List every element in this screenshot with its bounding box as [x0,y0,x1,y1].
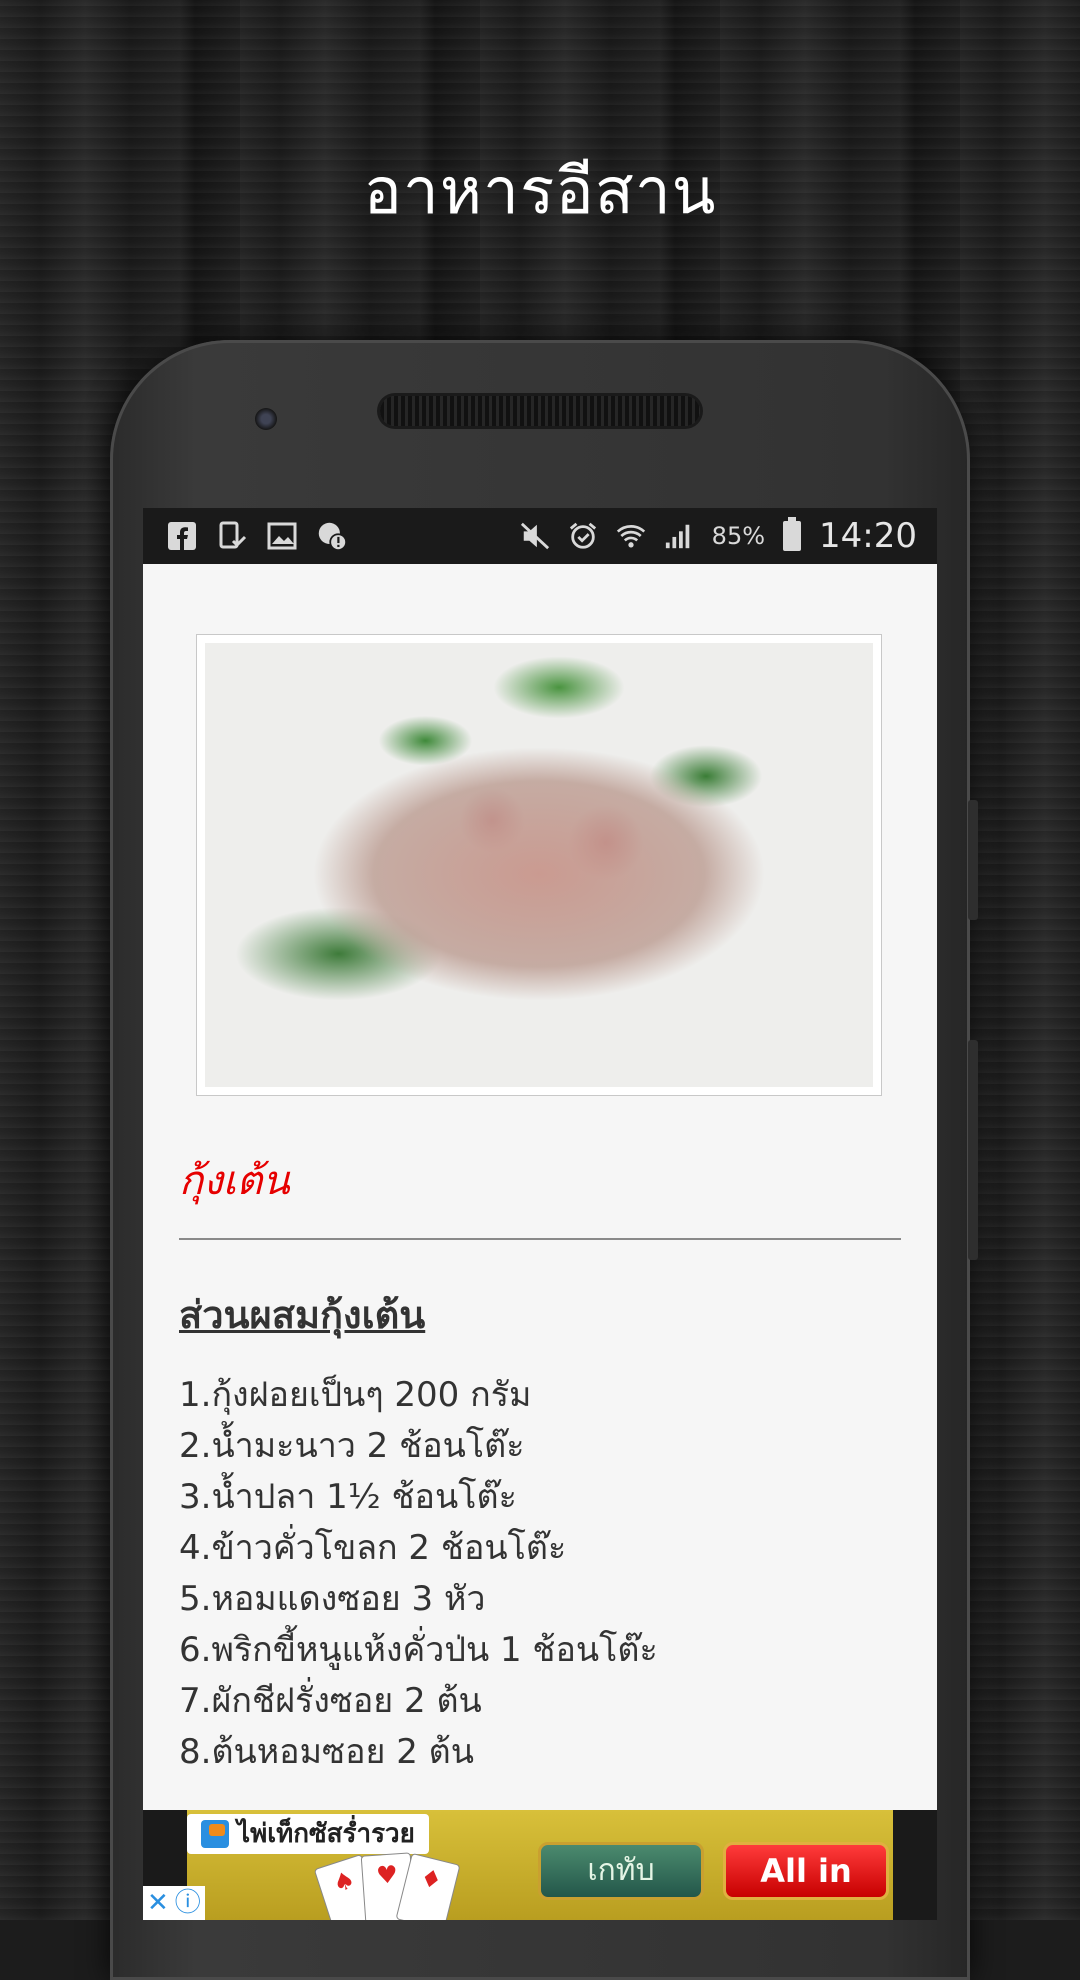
ad-app-tag[interactable]: ไพ่เท็กซัสร่ำรวย [187,1814,429,1854]
ad-allin-button[interactable]: All in [723,1842,889,1900]
battery-percent: 85% [711,522,766,550]
alarm-icon [568,521,598,551]
ingredient-item: 5.หอมแดงซอย 3 หัว [179,1579,486,1619]
phone-check-icon [217,521,247,551]
recipe-photo [205,643,873,1087]
ingredient-item: 7.ผักชีฝรั่งซอย 2 ต้น [179,1681,482,1721]
wifi-icon [616,521,646,551]
divider [179,1238,901,1240]
dish-name: กุ้งเต้น [179,1158,290,1204]
recipe-photo-frame [196,634,882,1096]
app-screen: 85% 14:20 กุ้งเต้น ส่วนผสมกุ้งเต้น 1.กุ้… [143,508,937,1920]
image-icon [267,521,297,551]
earpiece-speaker [380,396,700,426]
ingredient-item: 4.ข้าวคั่วโขลก 2 ช้อนโต๊ะ [179,1528,567,1568]
power-button [968,1040,978,1260]
volume-button [968,800,978,920]
ad-app-logo-icon [201,1820,229,1848]
ad-close-icon[interactable]: ✕ [147,1886,169,1920]
mute-icon [520,521,550,551]
clock: 14:20 [819,516,917,556]
ad-choices[interactable]: ✕ ⓘ [143,1886,205,1920]
notification-alert-icon [317,521,347,551]
page-title: อาหารอีสาน [363,155,717,229]
front-camera [255,408,277,430]
ingredient-item: 2.น้ำมะนาว 2 ช้อนโต๊ะ [179,1426,525,1466]
ingredients-list: 1.กุ้งฝอยเป็นๆ 200 กรัม 2.น้ำมะนาว 2 ช้อ… [179,1370,658,1778]
ad-app-name: ไพ่เท็กซัสร่ำรวย [237,1819,415,1849]
ingredients-heading: ส่วนผสมกุ้งเต้น [179,1293,426,1337]
ingredient-item: 3.น้ำปลา 1½ ช้อนโต๊ะ [179,1477,517,1517]
ad-right-edge [893,1810,937,1920]
ingredient-item: 1.กุ้งฝอยเป็นๆ 200 กรัม [179,1375,532,1415]
ingredient-item: 8.ต้นหอมซอย 2 ต้น [179,1732,474,1772]
playing-cards-icon: ♠ ♥ ♦ [313,1850,463,1920]
signal-icon [664,521,694,551]
status-bar: 85% 14:20 [143,508,937,564]
ingredient-item: 6.พริกขี้หนูแห้งคั่วป่น 1 ช้อนโต๊ะ [179,1630,658,1670]
ad-banner[interactable]: ไพ่เท็กซัสร่ำรวย ♠ ♥ ♦ เกทับ All in ✕ ⓘ [143,1810,937,1920]
ad-info-icon[interactable]: ⓘ [175,1886,201,1920]
facebook-icon [167,521,197,551]
battery-icon [783,517,802,551]
ad-raise-button[interactable]: เกทับ [538,1842,704,1900]
